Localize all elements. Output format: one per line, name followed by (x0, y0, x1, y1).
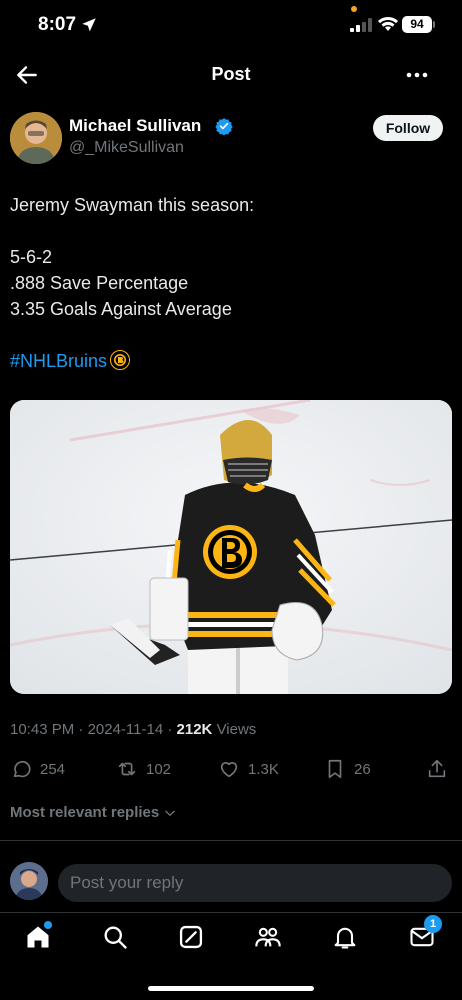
chevron-down-icon (165, 810, 175, 816)
reply-bar (0, 856, 462, 910)
battery-level: 94 (402, 16, 432, 33)
divider (0, 840, 462, 841)
reply-input[interactable] (58, 864, 452, 902)
views-label: Views (216, 721, 257, 738)
post-date: 2024-11-14 (87, 721, 164, 738)
home-indicator (148, 986, 314, 991)
tab-grok[interactable] (177, 923, 205, 951)
bookmark-button[interactable]: 26 (324, 756, 371, 782)
bookmark-icon (328, 759, 342, 779)
share-button[interactable] (426, 756, 448, 782)
reply-icon (13, 760, 31, 778)
search-icon (104, 926, 127, 949)
author-name[interactable]: Michael Sullivan (69, 116, 201, 136)
privacy-indicator (351, 6, 357, 12)
page-title: Post (211, 64, 251, 84)
home-badge (44, 921, 52, 929)
tweet-line: .888 Save Percentage (10, 273, 189, 293)
post-time: 10:43 PM (10, 721, 75, 738)
tab-search[interactable] (101, 923, 129, 951)
like-button[interactable]: 1.3K (218, 756, 279, 782)
verified-icon (215, 118, 233, 135)
bruins-logo-icon (110, 350, 131, 370)
grok-icon (179, 925, 203, 949)
messages-badge: 1 (424, 915, 442, 933)
post-header: Post (0, 54, 462, 98)
avatar[interactable] (10, 112, 62, 164)
hashtag-line: #NHLBruins (10, 348, 452, 374)
follow-button[interactable]: Follow (373, 115, 443, 141)
views-count[interactable]: 212K (177, 721, 213, 738)
status-bar: 8:07 94 (0, 0, 462, 54)
replies-sort-dropdown[interactable]: Most relevant replies (10, 804, 177, 821)
tab-communities[interactable] (254, 923, 282, 951)
repost-count: 102 (146, 760, 172, 778)
tweet-line: 3.35 Goals Against Average (10, 299, 232, 319)
like-count: 1.3K (248, 760, 279, 778)
tweet-image[interactable] (10, 400, 452, 694)
communities-icon (255, 927, 281, 947)
author-row: Michael Sullivan @_MikeSullivan Follow (10, 110, 452, 166)
wifi-icon (378, 17, 398, 31)
reply-button[interactable]: 254 (10, 756, 65, 782)
share-icon (428, 759, 446, 778)
reply-count: 254 (40, 760, 66, 778)
battery-nub (433, 21, 435, 28)
replies-sort-label: Most relevant replies (10, 804, 160, 821)
notifications-icon (334, 927, 356, 949)
repost-button[interactable]: 102 (116, 756, 171, 782)
repost-icon (118, 762, 136, 776)
post-meta: 10:43 PM · 2024-11-14 · 212K Views (10, 721, 257, 738)
tweet-line: 5-6-2 (10, 247, 53, 267)
tweet-text: Jeremy Swayman this season: 5-6-2 .888 S… (10, 192, 452, 374)
author-handle[interactable]: @_MikeSullivan (69, 139, 184, 157)
signal-icon (350, 18, 372, 32)
tab-notifications[interactable] (331, 923, 359, 951)
tab-messages[interactable]: 1 (408, 915, 442, 951)
tweet-line: Jeremy Swayman this season: (10, 195, 255, 215)
location-arrow-icon (82, 18, 96, 32)
my-avatar[interactable] (10, 862, 48, 900)
hashtag-link[interactable]: #NHLBruins (10, 351, 107, 371)
bookmark-count: 26 (354, 760, 371, 778)
like-icon (220, 762, 238, 778)
action-bar: 254 102 1.3K 26 (10, 756, 452, 782)
tab-home[interactable] (24, 921, 52, 951)
status-time: 8:07 (38, 14, 77, 35)
more-icon[interactable] (402, 62, 432, 88)
